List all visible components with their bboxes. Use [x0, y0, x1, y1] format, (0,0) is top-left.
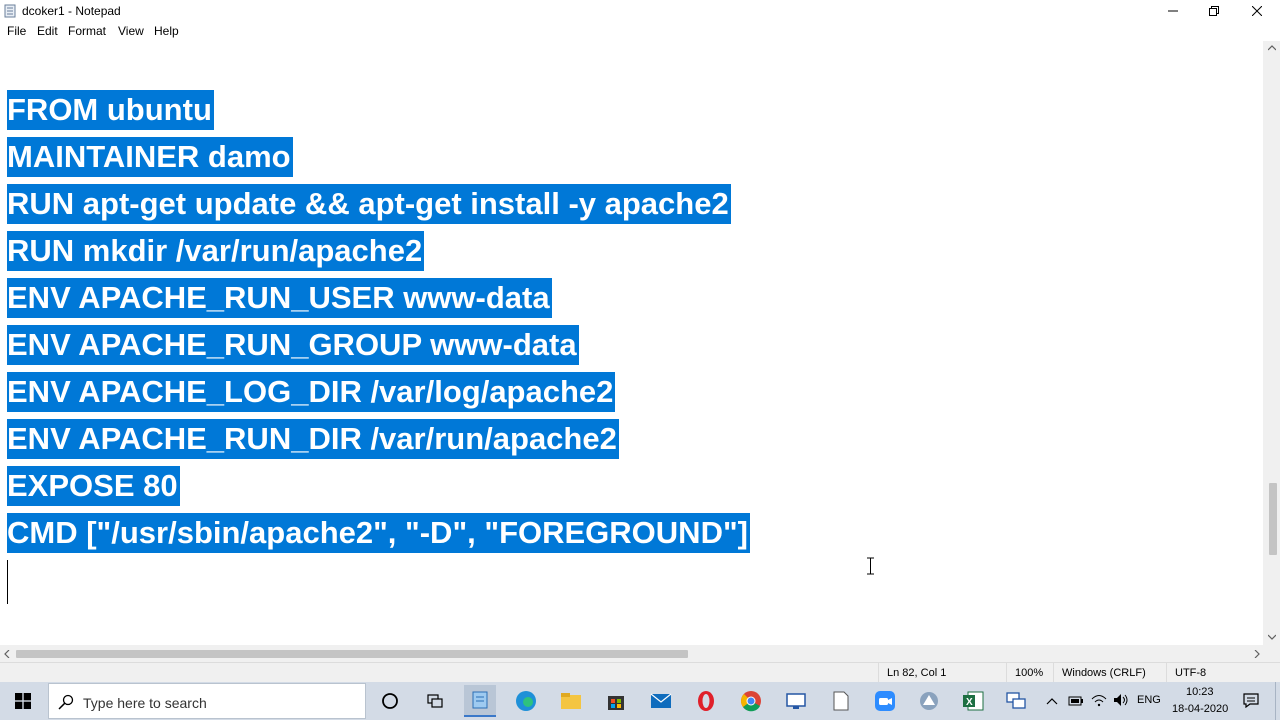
taskbar-file[interactable]	[825, 685, 857, 717]
taskbar-file-explorer[interactable]	[555, 685, 587, 717]
status-separator	[878, 663, 879, 683]
scroll-corner	[1263, 645, 1280, 662]
taskbar-edge[interactable]	[510, 685, 542, 717]
taskbar-notepad[interactable]	[464, 685, 496, 717]
title-bar[interactable]: dcoker1 - Notepad	[0, 0, 1280, 22]
zoom-level: 100%	[1015, 667, 1044, 679]
store-icon	[608, 696, 624, 710]
minimize-icon	[1168, 10, 1178, 12]
notepad-app-icon	[472, 691, 488, 709]
taskbar-remote-desktop[interactable]	[780, 685, 812, 717]
notepad-icon	[4, 4, 16, 18]
minimize-button[interactable]	[1150, 0, 1196, 22]
edge-icon	[516, 691, 536, 711]
scroll-left-arrow-icon[interactable]	[4, 650, 10, 658]
ibeam-cursor-icon	[867, 557, 874, 575]
text-caret	[7, 560, 8, 604]
show-desktop-button[interactable]	[1275, 682, 1280, 720]
wifi-icon[interactable]	[1091, 693, 1107, 707]
start-button[interactable]	[0, 682, 46, 720]
editor-line-1[interactable]: FROM ubuntu	[7, 90, 214, 130]
windows-logo-icon	[15, 693, 31, 709]
horizontal-scroll-thumb[interactable]	[16, 650, 688, 658]
close-button[interactable]	[1234, 0, 1280, 22]
svg-text:X: X	[966, 697, 973, 708]
file-icon	[833, 691, 849, 711]
text-editor[interactable]: FROM ubuntu MAINTAINER damo RUN apt-get …	[0, 41, 1263, 645]
scroll-down-arrow-icon[interactable]	[1268, 634, 1276, 640]
show-hidden-icons-icon[interactable]	[1046, 697, 1058, 705]
status-separator	[1166, 663, 1167, 683]
status-separator	[1053, 663, 1054, 683]
zoom-icon	[875, 691, 895, 711]
taskbar: Type here to search X ENG 10:23 18-04-20…	[0, 682, 1280, 720]
taskbar-zoom[interactable]	[869, 685, 901, 717]
cursor-position: Ln 82, Col 1	[887, 667, 947, 679]
menu-format[interactable]: Format	[68, 24, 106, 38]
status-separator	[1006, 663, 1007, 683]
cortana-button[interactable]	[374, 685, 406, 717]
search-icon	[58, 694, 74, 710]
editor-line-5[interactable]: ENV APACHE_RUN_USER www-data	[7, 278, 552, 318]
vertical-scrollbar[interactable]	[1263, 41, 1280, 645]
scroll-up-arrow-icon[interactable]	[1268, 45, 1276, 51]
restore-button[interactable]	[1191, 0, 1237, 22]
menu-edit[interactable]: Edit	[37, 24, 58, 38]
chrome-icon	[741, 691, 761, 712]
volume-icon[interactable]	[1113, 693, 1129, 707]
network-app-icon	[1006, 692, 1026, 709]
cortana-icon	[382, 693, 398, 709]
taskbar-search-box[interactable]: Type here to search	[48, 683, 366, 719]
editor-line-7[interactable]: ENV APACHE_LOG_DIR /var/log/apache2	[7, 372, 616, 412]
taskbar-opera[interactable]	[690, 685, 722, 717]
taskbar-store[interactable]	[600, 685, 632, 717]
search-placeholder: Type here to search	[83, 695, 207, 711]
task-view-button[interactable]	[419, 685, 451, 717]
scroll-right-arrow-icon[interactable]	[1254, 650, 1260, 658]
taskbar-excel[interactable]: X	[957, 685, 989, 717]
menu-file[interactable]: File	[7, 24, 26, 38]
clock-time[interactable]: 10:23	[1186, 686, 1214, 698]
line-ending: Windows (CRLF)	[1062, 667, 1146, 679]
opera-icon	[698, 691, 714, 711]
menu-bar: File Edit Format View Help	[0, 22, 1280, 42]
taskbar-app[interactable]	[913, 685, 945, 717]
editor-line-9[interactable]: EXPOSE 80	[7, 466, 180, 506]
battery-icon[interactable]	[1068, 694, 1084, 706]
taskbar-chrome[interactable]	[735, 685, 767, 717]
taskbar-mail[interactable]	[645, 685, 677, 717]
close-icon	[1252, 6, 1262, 16]
taskbar-network-app[interactable]	[1000, 685, 1032, 717]
editor-line-8[interactable]: ENV APACHE_RUN_DIR /var/run/apache2	[7, 419, 619, 459]
app-icon	[920, 692, 938, 710]
status-bar: Ln 82, Col 1 100% Windows (CRLF) UTF-8	[0, 662, 1280, 683]
file-explorer-icon	[561, 693, 581, 709]
editor-line-6[interactable]: ENV APACHE_RUN_GROUP www-data	[7, 325, 579, 365]
remote-desktop-icon	[786, 693, 806, 709]
excel-icon: X	[963, 691, 984, 711]
menu-help[interactable]: Help	[154, 24, 179, 38]
editor-line-2[interactable]: MAINTAINER damo	[7, 137, 293, 177]
notifications-icon[interactable]	[1243, 693, 1259, 708]
editor-line-3[interactable]: RUN apt-get update && apt-get install -y…	[7, 184, 731, 224]
mail-icon	[650, 693, 672, 708]
window-title: dcoker1 - Notepad	[22, 4, 121, 18]
editor-line-4[interactable]: RUN mkdir /var/run/apache2	[7, 231, 425, 271]
restore-icon	[1209, 6, 1219, 16]
task-view-icon	[427, 694, 443, 708]
clock-date[interactable]: 18-04-2020	[1172, 703, 1228, 715]
horizontal-scrollbar[interactable]	[0, 645, 1263, 662]
editor-line-10[interactable]: CMD ["/usr/sbin/apache2", "-D", "FOREGRO…	[7, 513, 750, 553]
language-indicator[interactable]: ENG	[1137, 694, 1161, 706]
menu-view[interactable]: View	[118, 24, 144, 38]
vertical-scroll-thumb[interactable]	[1269, 483, 1277, 555]
encoding: UTF-8	[1175, 667, 1207, 679]
